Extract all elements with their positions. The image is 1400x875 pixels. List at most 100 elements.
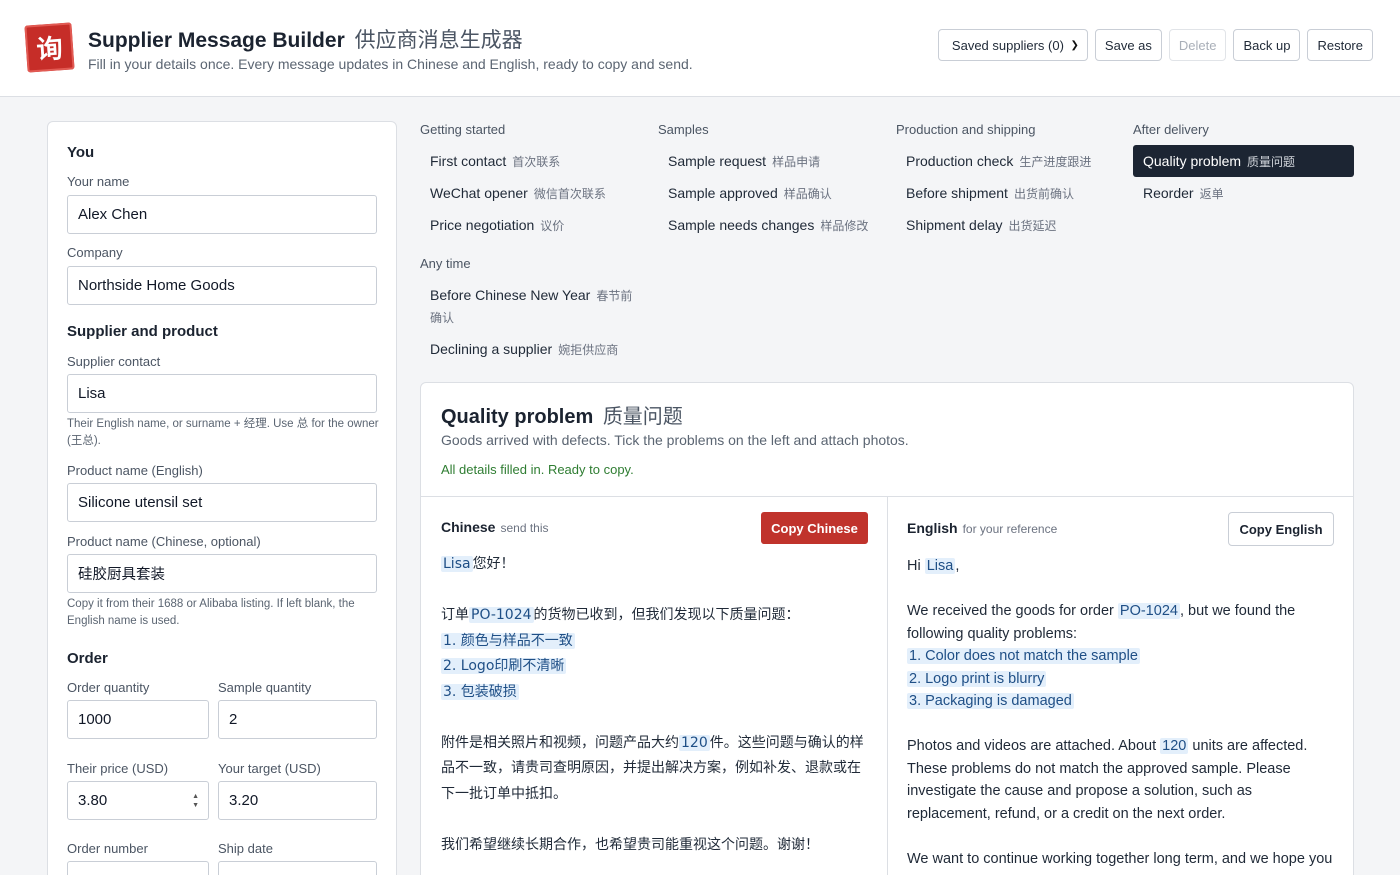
nav-label-zh: 返单 [1199,186,1224,201]
nav-first-contact[interactable]: First contact 首次联系 [420,145,642,177]
attachment-paragraph: Photos and videos are attached. About 12… [907,735,1337,825]
issue-line: 1. Color does not match the sample [907,645,1337,668]
number-stepper-icon[interactable]: ▲ ▼ [192,793,199,809]
nav-shipment-delay[interactable]: Shipment delay 出货延迟 [896,209,1118,241]
chinese-message: Lisa 您好！ 订单 PO-1024 的货物已收到，但我们发现以下质量问题： 1. … [441,552,871,858]
target-price-label: Your target (USD) [218,761,321,776]
nav-label-zh: 生产进度跟进 [1019,154,1092,169]
order-number-input[interactable] [67,861,209,875]
nav-production-check[interactable]: Production check 生产进度跟进 [896,145,1118,177]
nav-label: Sample needs changes [668,217,815,233]
order-quantity-label: Order quantity [67,680,150,695]
target-price-input[interactable]: 3.20 [218,781,377,820]
nav-sample-request[interactable]: Sample request 样品申请 [658,145,880,177]
issue-line: 2. Logo print is blurry [907,668,1337,691]
nav-sample-approved[interactable]: Sample approved 样品确认 [658,177,880,209]
greeting-line: Hi Lisa, [907,555,1337,578]
contact-name-token: Lisa [441,556,473,572]
nav-label: Shipment delay [906,217,1003,233]
app-header: 询 Supplier Message Builder 供应商消息生成器 Fill… [0,0,1400,97]
issue-token: 1. 颜色与样品不一致 [441,632,575,649]
copy-chinese-button[interactable]: Copy Chinese [761,512,868,544]
back-up-button[interactable]: Back up [1233,29,1301,61]
text-span: Photos and videos are attached. About [907,738,1157,754]
restore-button[interactable]: Restore [1307,29,1373,61]
chinese-column-heading: Chinese send this [441,519,549,535]
nav-before-shipment[interactable]: Before shipment 出货前确认 [896,177,1118,209]
column-divider [887,497,888,875]
text-span: 附件是相关照片和视频，问题产品大约 [441,734,679,751]
issue-line: 3. Packaging is damaged [907,690,1337,713]
ship-date-label: Ship date [218,841,273,856]
issue-line: 3. 包装破损 [441,680,871,706]
closing-paragraph: 我们希望继续长期合作，也希望贵司能重视这个问题。谢谢！ [441,836,819,853]
text-span: , [955,558,960,574]
nav-label: Declining a supplier [430,341,553,357]
company-label: Company [67,245,123,260]
section-title-supplier: Supplier and product [67,323,218,340]
order-paragraph: We received the goods for order PO-1024,… [907,600,1337,645]
sample-quantity-input[interactable]: 2 [218,700,377,739]
issue-token: 2. Logo印刷不清晰 [441,658,567,674]
nav-price-negotiation[interactable]: Price negotiation 议价 [420,209,642,241]
greeting-text: 您好！ [472,556,515,572]
product-zh-input[interactable]: 硅胶厨具套装 [67,554,377,593]
saved-suppliers-select[interactable]: Saved suppliers (0) ❯ [937,29,1088,61]
nav-quality-problem[interactable]: Quality problem 质量问题 [1133,145,1354,177]
nav-chinese-new-year[interactable]: Before Chinese New Year 春节前确认 [420,284,634,329]
delete-button[interactable]: Delete [1168,29,1227,61]
group-samples: Samples [658,122,709,137]
nav-sample-changes[interactable]: Sample needs changes 样品修改 [658,209,880,241]
order-quantity-input[interactable]: 1000 [67,700,209,739]
nav-reorder[interactable]: Reorder 返单 [1133,177,1354,209]
save-as-button[interactable]: Save as [1094,29,1162,61]
group-getting-started: Getting started [420,122,506,137]
your-name-input[interactable]: Alex Chen [67,195,377,234]
nav-label-zh: 样品确认 [783,186,832,201]
their-price-input[interactable]: 3.80 ▲ ▼ [67,781,209,820]
text-span: 的货物已收到，但我们发现以下质量问题： [533,607,800,623]
order-line: 订单 PO-1024 的货物已收到，但我们发现以下质量问题： [441,603,871,629]
nav-label: Sample approved [668,185,778,201]
product-en-input[interactable]: Silicone utensil set [67,483,377,522]
supplier-contact-input[interactable]: Lisa [67,374,377,413]
status-message: All details filled in. Ready to copy. [441,462,634,477]
product-zh-hint: Copy it from their 1688 or Alibaba listi… [67,598,355,627]
greeting-line: Lisa 您好！ [441,552,871,578]
product-en-label: Product name (English) [67,463,203,478]
ship-date-input[interactable] [218,861,377,875]
nav-label: First contact [430,153,507,169]
product-zh-label: Product name (Chinese, optional) [67,534,261,549]
nav-declining-supplier[interactable]: Declining a supplier 婉拒供应商 [420,333,642,365]
sample-quantity-label: Sample quantity [218,680,312,695]
nav-label: Reorder [1143,185,1194,201]
app-title-zh: 供应商消息生成器 [354,29,523,52]
issue-token: 2. Logo print is blurry [907,670,1047,687]
english-heading-sub: for your reference [962,522,1058,536]
attachment-paragraph: 附件是相关照片和视频，问题产品大约 120 件。这些问题与确认的样品不一致，请贵司查… [441,731,871,808]
copy-english-button[interactable]: Copy English [1228,512,1334,546]
section-title-order: Order [67,650,108,667]
nav-label: Production check [906,153,1014,169]
saved-suppliers-value: Saved suppliers (0) [951,37,1064,53]
nav-label-zh: 首次联系 [512,154,561,169]
nav-wechat-opener[interactable]: WeChat opener 微信首次联系 [420,177,642,209]
message-title-en: Quality problem [441,406,594,428]
closing-paragraph: We want to continue working together lon… [907,850,1333,867]
chinese-heading-sub: send this [500,521,549,535]
order-number-token: PO-1024 [1117,603,1180,619]
nav-label: Price negotiation [430,217,535,233]
message-title-zh: 质量问题 [602,406,683,428]
app-title-en: Supplier Message Builder [88,29,345,52]
group-production: Production and shipping [896,122,1036,137]
quantity-token: 120 [679,734,710,751]
text-span: We received the goods for order [907,603,1114,619]
nav-label-zh: 微信首次联系 [533,186,606,201]
english-column-heading: English for your reference [907,520,1057,536]
supplier-contact-label: Supplier contact [67,354,161,369]
company-input[interactable]: Northside Home Goods [67,266,377,305]
their-price-label: Their price (USD) [67,761,169,776]
logo-glyph: 询 [35,34,64,66]
your-name-label: Your name [67,174,130,189]
